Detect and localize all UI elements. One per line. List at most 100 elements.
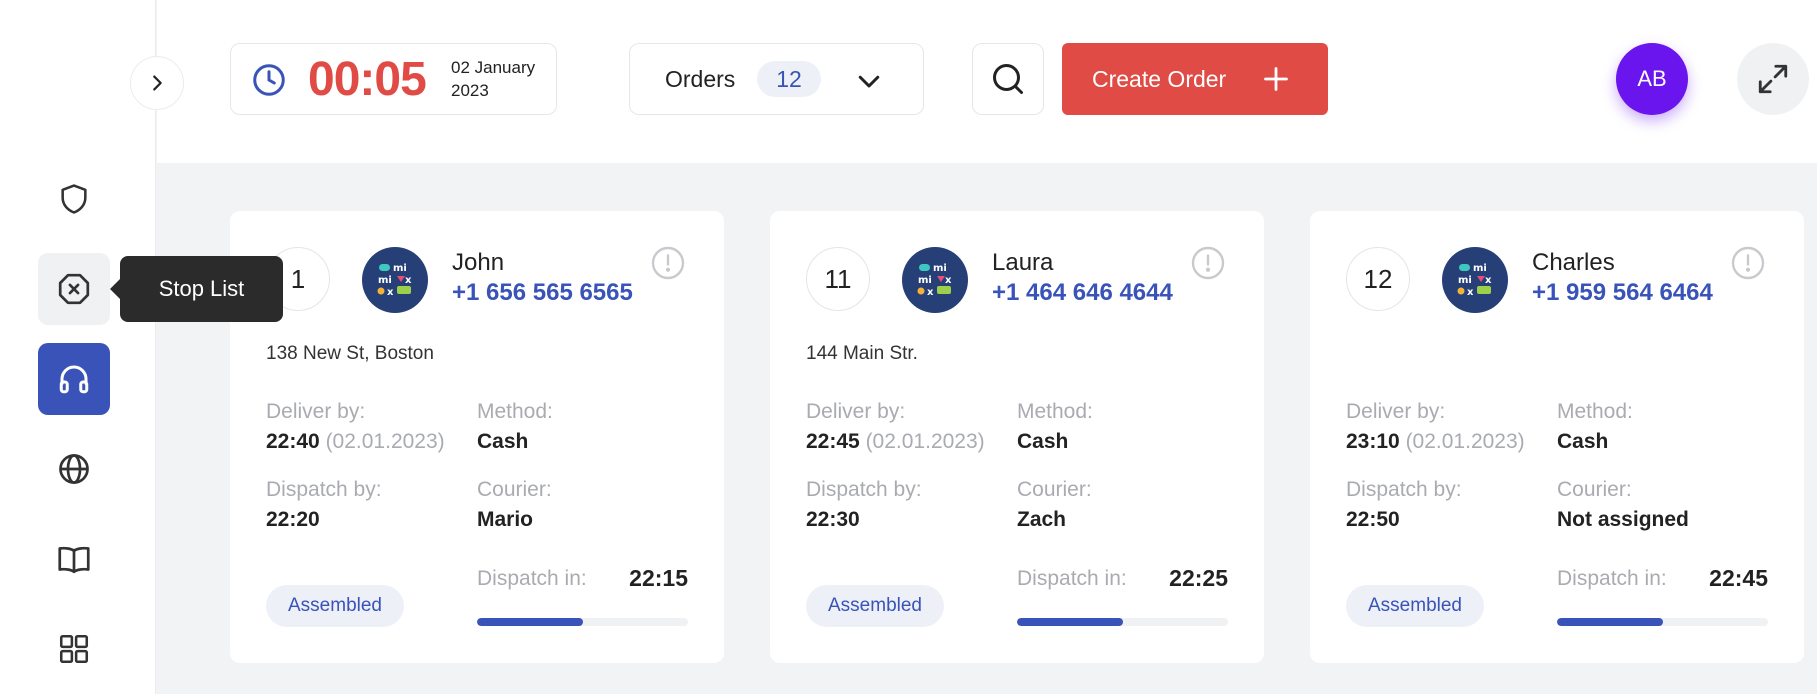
customer-name: Charles xyxy=(1532,249,1615,276)
timer-panel: 00:05 02 January 2023 xyxy=(230,43,557,115)
orders-label: Orders xyxy=(665,66,736,92)
expand-icon xyxy=(1758,64,1788,94)
dispatch-in-label: Dispatch in: xyxy=(477,567,587,590)
chevron-right-icon xyxy=(153,75,162,91)
search-icon xyxy=(993,64,1023,94)
timer-date-year: 2023 xyxy=(451,81,489,100)
dispatch-by-value: 22:20 xyxy=(266,508,320,531)
grid-icon xyxy=(59,634,89,664)
svg-text:mi: mi xyxy=(393,263,407,274)
globe-icon xyxy=(59,454,89,484)
courier-label: Courier: xyxy=(477,478,552,501)
customer-phone[interactable]: +1 959 564 6464 xyxy=(1532,279,1713,307)
search-button[interactable] xyxy=(972,43,1044,115)
restaurant-logo: mi mi x x xyxy=(902,247,968,313)
dispatch-progress-bar xyxy=(1017,618,1228,626)
method-label: Method: xyxy=(1557,400,1633,423)
alert-icon[interactable] xyxy=(650,245,686,281)
deliver-by-value: 22:45 (02.01.2023) xyxy=(806,430,985,453)
dispatch-in-label: Dispatch in: xyxy=(1557,567,1667,590)
svg-text:x: x xyxy=(1485,275,1492,286)
svg-text:mi: mi xyxy=(933,263,947,274)
plus-icon xyxy=(1264,67,1288,91)
headphones-icon xyxy=(59,365,89,394)
order-card-12[interactable]: 12 mi mi x x Charles +1 959 564 6464 Del… xyxy=(1310,211,1804,663)
stop-list-tooltip: Stop List xyxy=(110,256,283,322)
book-icon xyxy=(58,546,90,574)
customer-name: John xyxy=(452,249,505,276)
orders-count-badge: 12 xyxy=(757,61,821,97)
status-badge: Assembled xyxy=(806,585,944,627)
svg-text:mi: mi xyxy=(378,275,392,286)
dispatch-by-label: Dispatch by: xyxy=(1346,478,1462,501)
sidebar-item-stop-list[interactable] xyxy=(38,253,110,325)
dispatch-progress-fill xyxy=(477,618,583,626)
svg-text:mi: mi xyxy=(1473,263,1487,274)
sidebar-item-orders[interactable] xyxy=(38,343,110,415)
sidebar-item-menu[interactable] xyxy=(38,523,110,595)
svg-text:mi: mi xyxy=(1458,275,1472,286)
sidebar-item-map[interactable] xyxy=(38,433,110,505)
user-avatar[interactable]: AB xyxy=(1616,43,1688,115)
dispatch-progress-fill xyxy=(1017,618,1123,626)
svg-text:x: x xyxy=(405,275,412,286)
create-order-button[interactable]: Create Order xyxy=(1062,43,1328,115)
method-value: Cash xyxy=(1557,430,1609,453)
sidebar-expand-button[interactable] xyxy=(130,56,184,110)
sidebar xyxy=(0,0,156,694)
timer-date: 02 January 2023 xyxy=(451,56,551,102)
dispatch-progress-bar xyxy=(1557,618,1768,626)
customer-phone[interactable]: +1 656 565 6565 xyxy=(452,279,633,307)
dispatch-in-time: 22:25 xyxy=(1169,565,1228,591)
create-order-label: Create Order xyxy=(1092,65,1227,92)
deliver-by-label: Deliver by: xyxy=(1346,400,1446,423)
deliver-by-label: Deliver by: xyxy=(806,400,906,423)
method-value: Cash xyxy=(1017,430,1069,453)
alert-icon[interactable] xyxy=(1730,245,1766,281)
orders-dropdown[interactable]: Orders 12 xyxy=(629,43,924,115)
status-badge: Assembled xyxy=(266,585,404,627)
courier-value: Zach xyxy=(1017,508,1067,531)
dispatch-by-value: 22:50 xyxy=(1346,508,1400,531)
dispatch-by-label: Dispatch by: xyxy=(806,478,922,501)
method-label: Method: xyxy=(477,400,553,423)
alert-icon[interactable] xyxy=(1190,245,1226,281)
svg-text:x: x xyxy=(945,275,952,286)
dispatch-by-value: 22:30 xyxy=(806,508,860,531)
dispatch-progress-fill xyxy=(1557,618,1663,626)
dispatch-progress-bar xyxy=(477,618,688,626)
deliver-by-label: Deliver by: xyxy=(266,400,366,423)
dispatch-in-time: 22:45 xyxy=(1709,565,1768,591)
deliver-by-value: 23:10 (02.01.2023) xyxy=(1346,430,1525,453)
svg-text:x: x xyxy=(927,287,934,298)
courier-value: Mario xyxy=(477,508,534,531)
dispatch-by-label: Dispatch by: xyxy=(266,478,382,501)
dispatch-in-time: 22:15 xyxy=(629,565,688,591)
sidebar-item-dashboard[interactable] xyxy=(38,613,110,685)
customer-phone[interactable]: +1 464 646 4644 xyxy=(992,279,1173,307)
timer-value: 00:05 xyxy=(308,53,427,106)
chevron-down-icon xyxy=(858,75,880,88)
shield-icon xyxy=(61,184,87,214)
sidebar-item-security[interactable] xyxy=(38,163,110,235)
status-badge: Assembled xyxy=(1346,585,1484,627)
order-card-11[interactable]: 11 mi mi x x Laura +1 464 646 4644 144 M… xyxy=(770,211,1264,663)
courier-label: Courier: xyxy=(1017,478,1092,501)
svg-text:x: x xyxy=(1467,287,1474,298)
order-number: 12 xyxy=(1346,247,1410,311)
restaurant-logo: mi mi x x xyxy=(362,247,428,313)
dispatch-in-label: Dispatch in: xyxy=(1017,567,1127,590)
delivery-address: 138 New St, Boston xyxy=(266,343,434,364)
courier-value: Not assigned xyxy=(1557,508,1689,531)
fullscreen-button[interactable] xyxy=(1737,43,1809,115)
deliver-by-value: 22:40 (02.01.2023) xyxy=(266,430,445,453)
stop-octagon-icon xyxy=(58,273,90,305)
restaurant-logo: mi mi x x xyxy=(1442,247,1508,313)
delivery-address: 144 Main Str. xyxy=(806,343,918,364)
method-label: Method: xyxy=(1017,400,1093,423)
order-number: 11 xyxy=(806,247,870,311)
method-value: Cash xyxy=(477,430,529,453)
order-card-1[interactable]: 1 mi mi x x John +1 656 565 6565 138 New… xyxy=(230,211,724,663)
courier-label: Courier: xyxy=(1557,478,1632,501)
timer-date-day: 02 January xyxy=(451,58,536,77)
